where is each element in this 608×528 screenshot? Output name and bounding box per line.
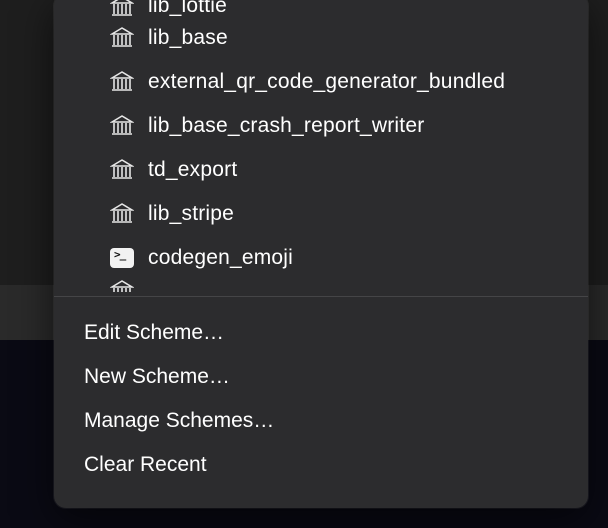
terminal-icon	[110, 247, 134, 269]
scheme-label: lib_base	[148, 26, 228, 50]
scheme-label: external_qr_code_generator_bundled	[148, 70, 505, 94]
action-label: New Scheme…	[84, 365, 230, 389]
action-label: Clear Recent	[84, 453, 207, 477]
library-icon	[110, 27, 134, 49]
scheme-item[interactable]	[54, 280, 588, 292]
library-icon	[110, 115, 134, 137]
scheme-item[interactable]: lib_base_crash_report_writer	[54, 104, 588, 148]
clear-recent-button[interactable]: Clear Recent	[54, 443, 588, 487]
library-icon	[110, 203, 134, 225]
scheme-actions: Edit Scheme… New Scheme… Manage Schemes……	[54, 301, 588, 501]
scheme-label: lib_lottie	[148, 0, 227, 18]
new-scheme-button[interactable]: New Scheme…	[54, 355, 588, 399]
library-icon	[110, 0, 134, 18]
scheme-item[interactable]: codegen_emoji	[54, 236, 588, 280]
divider	[54, 296, 588, 297]
library-icon	[110, 71, 134, 93]
edit-scheme-button[interactable]: Edit Scheme…	[54, 311, 588, 355]
scheme-item[interactable]: lib_lottie	[54, 0, 588, 16]
scheme-item[interactable]: external_qr_code_generator_bundled	[54, 60, 588, 104]
scheme-list: lib_lottie lib_base external_qr_code_gen…	[54, 0, 588, 292]
manage-schemes-button[interactable]: Manage Schemes…	[54, 399, 588, 443]
scheme-item[interactable]: td_export	[54, 148, 588, 192]
library-icon	[110, 280, 134, 292]
scheme-label: td_export	[148, 158, 237, 182]
scheme-label: lib_base_crash_report_writer	[148, 114, 424, 138]
action-label: Edit Scheme…	[84, 321, 224, 345]
scheme-item[interactable]: lib_stripe	[54, 192, 588, 236]
library-icon	[110, 159, 134, 181]
scheme-label: codegen_emoji	[148, 246, 293, 270]
scheme-item[interactable]: lib_base	[54, 16, 588, 60]
scheme-popover: lib_lottie lib_base external_qr_code_gen…	[54, 0, 588, 508]
action-label: Manage Schemes…	[84, 409, 274, 433]
scheme-label: lib_stripe	[148, 202, 234, 226]
